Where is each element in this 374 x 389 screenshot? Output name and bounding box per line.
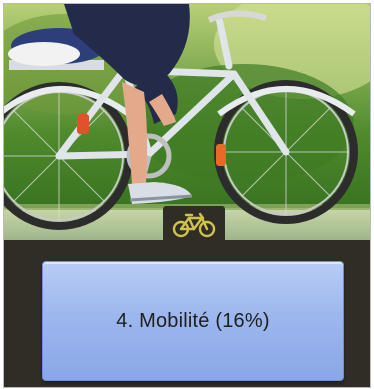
cyclist-photo <box>4 4 370 240</box>
category-tile[interactable]: 4. Mobilité (16%) <box>3 3 371 388</box>
category-label: 4. Mobilité (16%) <box>116 309 270 332</box>
category-button[interactable]: 4. Mobilité (16%) <box>42 261 344 381</box>
bicycle-icon <box>172 212 216 238</box>
bicycle-icon-tab <box>163 206 225 244</box>
